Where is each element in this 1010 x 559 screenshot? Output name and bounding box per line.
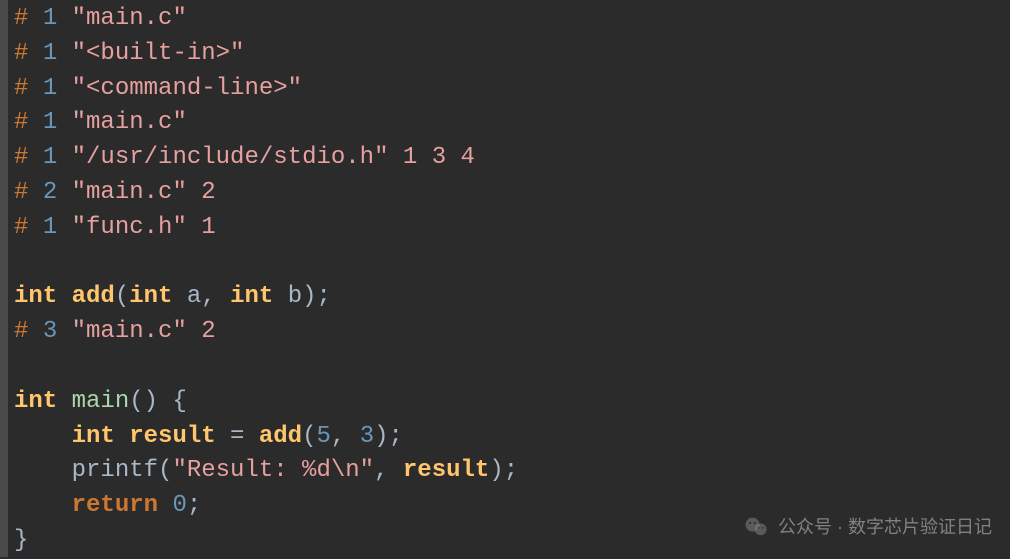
- number-literal: 5: [317, 423, 331, 450]
- number-literal: 3: [360, 423, 374, 450]
- code-line: int result = add(5, 3);: [14, 420, 1004, 455]
- call-name: printf: [72, 457, 158, 484]
- line-number-literal: 1: [43, 40, 57, 67]
- code-line: # 1 "func.h" 1: [14, 211, 1004, 246]
- keyword-return: return: [72, 492, 158, 519]
- line-number-literal: 1: [43, 75, 57, 102]
- code-line: # 1 "main.c": [14, 106, 1004, 141]
- preprocessor-hash: #: [14, 75, 43, 102]
- var-type: int: [72, 423, 115, 450]
- identifier: result: [403, 457, 489, 484]
- code-line: [14, 350, 1004, 385]
- code-line: # 3 "main.c" 2: [14, 315, 1004, 350]
- return-type: int: [14, 283, 57, 310]
- preprocessor-hash: #: [14, 214, 43, 241]
- code-line: int add(int a, int b);: [14, 280, 1004, 315]
- code-line: [14, 246, 1004, 281]
- watermark-text: 公众号 · 数字芯片验证日记: [778, 514, 992, 540]
- call-name: add: [259, 423, 302, 450]
- line-number-literal: 2: [43, 179, 57, 206]
- editor-gutter: [0, 0, 8, 557]
- preprocessor-hash: #: [14, 318, 43, 345]
- line-number-literal: 1: [43, 144, 57, 171]
- code-area[interactable]: # 1 "main.c"# 1 "<built-in>"# 1 "<comman…: [8, 0, 1010, 557]
- param-name: a: [187, 283, 201, 310]
- var-name: result: [129, 423, 215, 450]
- string-literal: "Result: %d\n": [172, 457, 374, 484]
- filename-string: "/usr/include/stdio.h": [72, 144, 389, 171]
- filename-string: "main.c": [72, 179, 187, 206]
- code-line: printf("Result: %d\n", result);: [14, 454, 1004, 489]
- line-number-literal: 1: [43, 109, 57, 136]
- code-line: # 1 "<built-in>": [14, 37, 1004, 72]
- filename-string: "main.c": [72, 318, 187, 345]
- code-line: # 1 "/usr/include/stdio.h" 1 3 4: [14, 141, 1004, 176]
- function-name: main: [72, 388, 130, 415]
- preprocessor-hash: #: [14, 5, 43, 32]
- filename-string: "main.c": [72, 5, 187, 32]
- code-line: # 1 "main.c": [14, 2, 1004, 37]
- preproc-flags: 2: [187, 318, 216, 345]
- number-literal: 0: [172, 492, 186, 519]
- code-line: int main() {: [14, 385, 1004, 420]
- return-type: int: [14, 388, 57, 415]
- line-number-literal: 1: [43, 214, 57, 241]
- preprocessor-hash: #: [14, 109, 43, 136]
- code-line: # 2 "main.c" 2: [14, 176, 1004, 211]
- preprocessor-hash: #: [14, 179, 43, 206]
- param-type: int: [129, 283, 172, 310]
- watermark: 公众号 · 数字芯片验证日记: [742, 513, 992, 541]
- preprocessor-hash: #: [14, 40, 43, 67]
- filename-string: "main.c": [72, 109, 187, 136]
- preproc-flags: 1: [187, 214, 216, 241]
- function-name: add: [72, 283, 115, 310]
- preproc-flags: 2: [187, 179, 216, 206]
- param-name: b: [288, 283, 302, 310]
- code-line: # 1 "<command-line>": [14, 72, 1004, 107]
- wechat-icon: [742, 513, 770, 541]
- filename-string: "<built-in>": [72, 40, 245, 67]
- param-type: int: [230, 283, 273, 310]
- code-editor: # 1 "main.c"# 1 "<built-in>"# 1 "<comman…: [0, 0, 1010, 557]
- line-number-literal: 3: [43, 318, 57, 345]
- filename-string: "<command-line>": [72, 75, 302, 102]
- preproc-flags: 1 3 4: [388, 144, 474, 171]
- preprocessor-hash: #: [14, 144, 43, 171]
- filename-string: "func.h": [72, 214, 187, 241]
- line-number-literal: 1: [43, 5, 57, 32]
